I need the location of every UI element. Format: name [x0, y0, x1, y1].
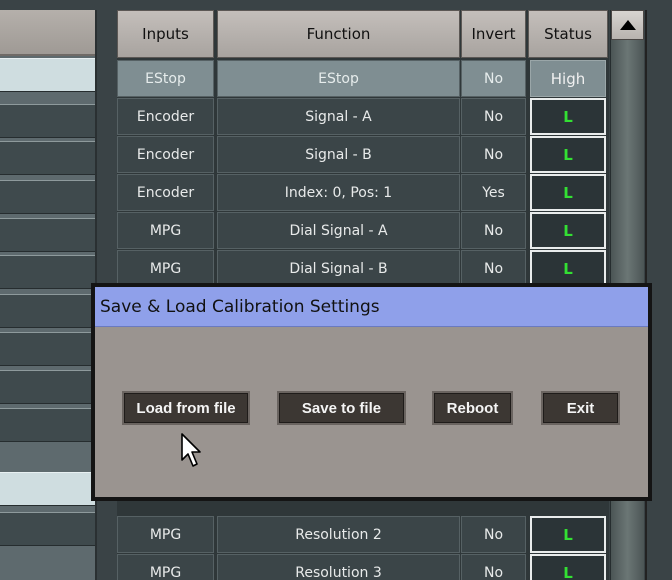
cell-invert[interactable]: No [461, 136, 526, 173]
left-panel-row[interactable] [0, 370, 95, 404]
left-panel-row[interactable] [0, 104, 95, 138]
column-header-status[interactable]: Status [528, 10, 608, 58]
cell-invert[interactable]: No [461, 60, 526, 97]
cell-input[interactable]: EStop [117, 60, 214, 97]
cell-function[interactable]: Dial Signal - A [217, 212, 460, 249]
cell-function[interactable]: Signal - A [217, 98, 460, 135]
cell-function[interactable]: Index: 0, Pos: 1 [217, 174, 460, 211]
cell-status-indicator: L [530, 554, 606, 580]
cell-function[interactable]: Signal - B [217, 136, 460, 173]
cell-input[interactable]: MPG [117, 554, 214, 580]
cell-input[interactable]: MPG [117, 250, 214, 287]
left-panel-header [0, 10, 95, 56]
left-panel-row[interactable] [0, 180, 95, 214]
mouse-pointer-icon [181, 433, 201, 467]
cell-function[interactable]: Resolution 2 [217, 516, 460, 553]
exit-button[interactable]: Exit [541, 391, 620, 425]
dialog-title: Save & Load Calibration Settings [95, 287, 648, 327]
cell-function[interactable]: Resolution 3 [217, 554, 460, 580]
cell-input[interactable]: MPG [117, 516, 214, 553]
cell-input[interactable]: Encoder [117, 136, 214, 173]
left-panel-row[interactable] [0, 408, 95, 442]
left-panel-row[interactable] [0, 512, 95, 546]
cell-invert[interactable]: No [461, 98, 526, 135]
cell-invert[interactable]: No [461, 516, 526, 553]
cell-function[interactable]: EStop [217, 60, 460, 97]
column-header-inputs[interactable]: Inputs [117, 10, 214, 58]
cell-status-indicator: L [530, 516, 606, 553]
column-header-function[interactable]: Function [217, 10, 460, 58]
left-panel-row-selected[interactable] [0, 472, 95, 506]
left-panel-row[interactable] [0, 58, 95, 92]
cell-status-indicator: L [530, 136, 606, 173]
reboot-button[interactable]: Reboot [432, 391, 513, 425]
scroll-up-arrow-icon[interactable] [611, 10, 644, 40]
cell-invert[interactable]: No [461, 212, 526, 249]
left-panel-row[interactable] [0, 294, 95, 328]
cell-invert[interactable]: No [461, 250, 526, 287]
left-panel-row[interactable] [0, 218, 95, 252]
left-panel-row[interactable] [0, 141, 95, 175]
cell-status-indicator: L [530, 250, 606, 287]
left-panel [0, 10, 97, 580]
cell-function[interactable]: Dial Signal - B [217, 250, 460, 287]
cell-input[interactable]: Encoder [117, 98, 214, 135]
save-to-file-button[interactable]: Save to file [277, 391, 406, 425]
cell-invert[interactable]: No [461, 554, 526, 580]
load-from-file-button[interactable]: Load from file [122, 391, 250, 425]
cell-status-indicator: L [530, 212, 606, 249]
cell-status-indicator: L [530, 174, 606, 211]
cell-input[interactable]: MPG [117, 212, 214, 249]
cell-status-indicator: L [530, 98, 606, 135]
column-header-invert[interactable]: Invert [461, 10, 526, 58]
cell-status: High [530, 60, 606, 97]
left-panel-row[interactable] [0, 332, 95, 366]
cell-input[interactable]: Encoder [117, 174, 214, 211]
calibration-dialog: Save & Load Calibration Settings Load fr… [91, 283, 652, 501]
cell-invert[interactable]: Yes [461, 174, 526, 211]
left-panel-row[interactable] [0, 255, 95, 289]
